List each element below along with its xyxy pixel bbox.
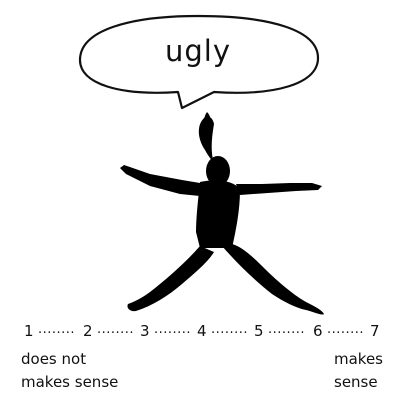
scale-point-4[interactable]: 4 — [197, 322, 207, 340]
scale-point-1[interactable]: 1 — [24, 322, 34, 340]
anchor-high-line-2: sense — [334, 373, 378, 391]
scale-point-6[interactable]: 6 — [313, 322, 323, 340]
scale-dots: ........ — [97, 322, 135, 337]
anchor-high-line-1: makes — [334, 350, 383, 368]
scale-point-5[interactable]: 5 — [254, 322, 264, 340]
scale-point-2[interactable]: 2 — [83, 322, 93, 340]
scale-dots: ........ — [268, 322, 306, 337]
scale-dots: ........ — [211, 322, 249, 337]
anchor-low-line-1: does not — [21, 350, 87, 368]
rating-scale: 1 ........ 2 ........ 3 ........ 4 .....… — [0, 322, 400, 344]
rating-card: ugly 1 ........ 2 ........ 3 ........ 4 … — [0, 0, 400, 400]
bubble-word: ugly — [164, 34, 231, 68]
jumping-person-silhouette — [120, 112, 324, 315]
scale-dots: ........ — [327, 322, 365, 337]
scale-dots: ........ — [38, 322, 76, 337]
scale-anchor-low: does not makes sense — [21, 348, 118, 394]
scale-anchor-high: makes sense — [334, 348, 383, 394]
scale-point-3[interactable]: 3 — [140, 322, 150, 340]
scale-point-7[interactable]: 7 — [370, 322, 380, 340]
scale-dots: ........ — [154, 322, 192, 337]
anchor-low-line-2: makes sense — [21, 373, 119, 391]
